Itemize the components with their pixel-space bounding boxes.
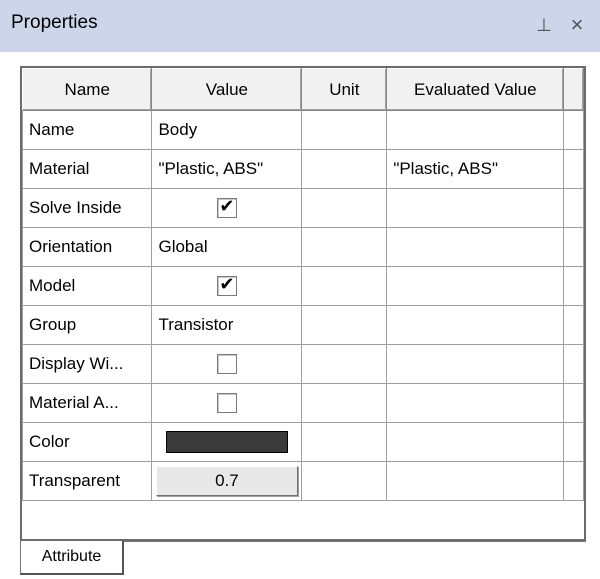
properties-panel: Properties ⊥ × Name Value Unit Evaluated… xyxy=(0,0,600,579)
property-unit xyxy=(301,266,388,306)
table-row[interactable]: Display Wi... xyxy=(21,344,584,384)
property-evaluated-value: "Plastic, ABS" xyxy=(386,149,565,189)
property-evaluated-value xyxy=(386,110,565,150)
row-filler xyxy=(563,227,584,267)
property-evaluated-value xyxy=(386,422,565,462)
table-row[interactable]: Solve Inside ✔ xyxy=(21,188,584,228)
property-value-cell xyxy=(151,422,303,462)
tab-attribute[interactable]: Attribute xyxy=(20,541,124,575)
property-unit xyxy=(301,110,388,150)
close-icon[interactable]: × xyxy=(563,12,591,38)
property-evaluated-value xyxy=(386,227,565,267)
column-header-filler xyxy=(563,68,584,111)
property-unit xyxy=(301,383,388,423)
model-checkbox[interactable]: ✔ xyxy=(216,274,237,297)
property-unit xyxy=(301,149,388,189)
property-value-cell xyxy=(151,344,303,384)
column-header-name[interactable]: Name xyxy=(21,68,153,111)
row-filler xyxy=(563,344,584,384)
table-row[interactable]: Color xyxy=(21,422,584,462)
table-row[interactable]: Name Body xyxy=(21,110,584,150)
property-evaluated-value xyxy=(386,344,565,384)
property-evaluated-value xyxy=(386,266,565,306)
property-name: Solve Inside xyxy=(21,188,153,228)
solve-inside-checkbox[interactable]: ✔ xyxy=(216,196,237,219)
property-name: Color xyxy=(21,422,153,462)
property-name: Orientation xyxy=(21,227,153,267)
property-value-field[interactable]: "Plastic, ABS" xyxy=(151,149,303,189)
color-swatch[interactable] xyxy=(165,431,288,453)
property-name: Model xyxy=(21,266,153,306)
row-filler xyxy=(563,149,584,189)
property-value-cell: ✔ xyxy=(151,266,303,306)
pin-icon[interactable]: ⊥ xyxy=(534,12,554,38)
property-value-cell: ✔ xyxy=(151,188,303,228)
table-row[interactable]: Model ✔ xyxy=(21,266,584,306)
row-filler xyxy=(563,266,584,306)
property-grid: Name Value Unit Evaluated Value Name Bod… xyxy=(20,66,586,541)
property-evaluated-value xyxy=(386,188,565,228)
tab-strip-line xyxy=(124,541,586,542)
property-value-field[interactable]: Transistor xyxy=(151,305,303,345)
property-name: Name xyxy=(21,110,153,150)
property-unit xyxy=(301,305,388,345)
property-name: Material A... xyxy=(21,383,153,423)
row-filler xyxy=(563,305,584,345)
property-unit xyxy=(301,188,388,228)
row-filler xyxy=(563,383,584,423)
title-bar: Properties ⊥ × xyxy=(0,0,600,52)
column-header-unit[interactable]: Unit xyxy=(301,68,388,111)
property-value-field[interactable]: Body xyxy=(151,110,303,150)
check-icon: ✔ xyxy=(219,196,235,217)
row-filler xyxy=(563,188,584,228)
table-row[interactable]: Transparent 0.7 xyxy=(21,461,584,501)
property-evaluated-value xyxy=(386,383,565,423)
property-unit xyxy=(301,227,388,267)
material-appearance-checkbox[interactable] xyxy=(216,393,237,414)
table-row[interactable]: Material "Plastic, ABS" "Plastic, ABS" xyxy=(21,149,584,189)
row-filler xyxy=(563,461,584,501)
property-value-cell: 0.7 xyxy=(151,461,303,501)
transparency-button[interactable]: 0.7 xyxy=(155,466,298,496)
property-name: Display Wi... xyxy=(21,344,153,384)
property-unit xyxy=(301,461,388,501)
table-row[interactable]: Group Transistor xyxy=(21,305,584,345)
property-table: Name Value Unit Evaluated Value Name Bod… xyxy=(21,68,584,501)
table-row[interactable]: Material A... xyxy=(21,383,584,423)
display-wireframe-checkbox[interactable] xyxy=(216,354,237,375)
check-icon: ✔ xyxy=(219,274,235,295)
property-name: Transparent xyxy=(21,461,153,501)
property-unit xyxy=(301,422,388,462)
property-name: Group xyxy=(21,305,153,345)
table-row[interactable]: Orientation Global xyxy=(21,227,584,267)
property-unit xyxy=(301,344,388,384)
row-filler xyxy=(563,422,584,462)
column-header-value[interactable]: Value xyxy=(151,68,303,111)
row-filler xyxy=(563,110,584,150)
property-value-field[interactable]: Global xyxy=(151,227,303,267)
panel-title: Properties xyxy=(11,12,98,33)
property-evaluated-value xyxy=(386,461,565,501)
property-value-cell xyxy=(151,383,303,423)
property-name: Material xyxy=(21,149,153,189)
column-header-evaluated-value[interactable]: Evaluated Value xyxy=(386,68,565,111)
property-evaluated-value xyxy=(386,305,565,345)
header-row: Name Value Unit Evaluated Value xyxy=(21,68,584,111)
